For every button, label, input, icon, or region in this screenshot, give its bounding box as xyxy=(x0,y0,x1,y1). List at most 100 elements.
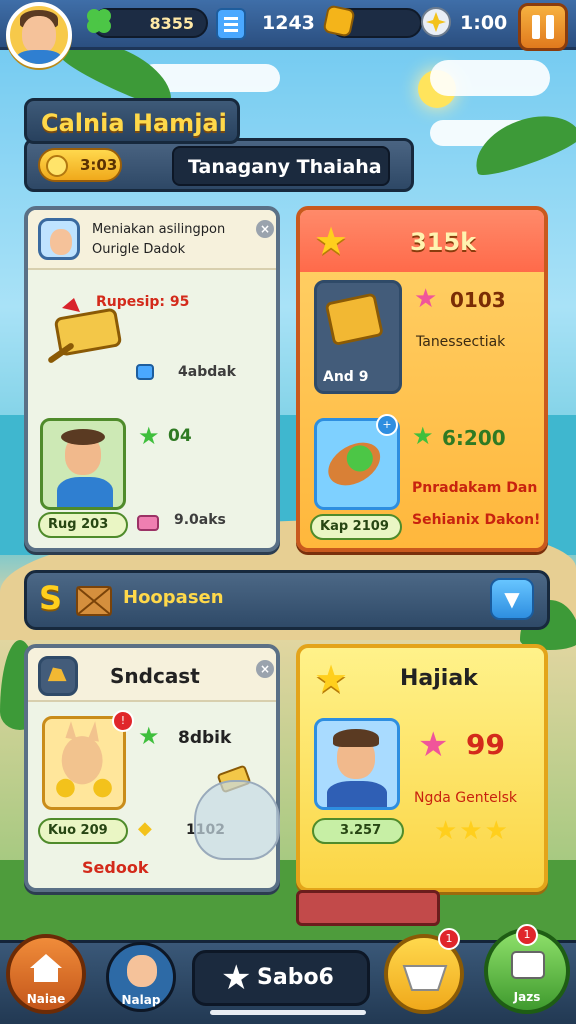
badge-count: 1 xyxy=(523,928,531,941)
notification-badge: 1 xyxy=(438,928,460,950)
star-icon: ★ xyxy=(314,219,349,263)
clover-icon xyxy=(87,9,111,33)
npc-face xyxy=(50,229,72,255)
pause-button[interactable] xyxy=(518,3,568,51)
level-tag: Rug 203 xyxy=(38,512,128,538)
envelope-icon xyxy=(76,586,112,616)
player-score-label: Ngda Gentelsk xyxy=(414,790,518,806)
kangaroo-icon xyxy=(56,721,112,798)
card-icon xyxy=(511,951,545,979)
bowl-icon xyxy=(402,965,448,991)
timer-value: 1:00 xyxy=(460,12,508,34)
kangaroo-portrait xyxy=(42,716,126,810)
npc-portrait xyxy=(38,218,80,260)
rating-stars: ★★★ xyxy=(434,816,510,846)
notification-badge: ! xyxy=(112,710,134,732)
search-text: Tanagany Thaiaha xyxy=(188,156,382,178)
player-score: 99 xyxy=(466,728,505,761)
green-star-icon: ★ xyxy=(138,422,160,450)
farmer-hair xyxy=(61,429,105,445)
title-plate: Calnia Hamjai xyxy=(24,98,240,144)
farm-stat1: 8dbik xyxy=(178,728,232,748)
list-icon[interactable] xyxy=(216,8,246,40)
green-star-icon: ★ xyxy=(412,422,434,450)
shop-label: Jazs xyxy=(513,990,541,1004)
home-button[interactable]: Naiae xyxy=(6,934,86,1014)
level-tag: Kuo 209 xyxy=(38,818,128,844)
farm-title: Sndcast xyxy=(110,664,200,688)
gift-value: 9.0aks xyxy=(174,512,226,528)
player-card[interactable]: ★ Hajiak ★ 99 Ngda Gentelsk 3.257 ★★★ xyxy=(296,644,548,892)
section-bar[interactable]: S Hoopasen xyxy=(24,570,550,630)
home-indicator xyxy=(210,1010,366,1015)
close-icon[interactable]: × xyxy=(256,660,274,678)
rating-tag: 3.257 xyxy=(312,818,404,844)
crate-tag: And 9 xyxy=(323,369,369,385)
section-label: Hoopasen xyxy=(123,587,224,608)
pink-star-icon: ★ xyxy=(418,725,449,765)
green-star-icon: ★ xyxy=(221,958,252,998)
notification-badge: 1 xyxy=(516,924,538,946)
level-tag-label: Rug 203 xyxy=(48,517,109,532)
boy-portrait xyxy=(314,718,400,810)
clock-icon xyxy=(421,7,451,37)
stat1-label: Tanessectiak xyxy=(416,334,506,350)
home-label: Naiae xyxy=(26,992,66,1006)
home-icon xyxy=(30,954,62,982)
chevron-down-icon[interactable]: ▼ xyxy=(490,578,534,620)
gift-icon xyxy=(137,515,159,531)
farmer-portrait xyxy=(40,418,126,510)
middle-counter-value: 1243 xyxy=(262,12,315,34)
bonus-card[interactable]: ★ 315k And 9 ★ 0103 Tanessectiak + ★ 6:2… xyxy=(296,206,548,552)
page-title: Calnia Hamjai xyxy=(41,109,227,137)
search-field[interactable]: Tanagany Thaiaha xyxy=(172,146,390,186)
gems-value: 8355 xyxy=(149,14,194,33)
rating-tag-label: 3.257 xyxy=(340,823,382,838)
coin-icon xyxy=(46,155,68,177)
farm-footer-label: Sedook xyxy=(82,858,149,877)
green-star-icon: ★ xyxy=(138,722,160,750)
stat2-label-line1: Pnradakam Dan xyxy=(412,480,538,496)
quest-card[interactable]: Meniakan asilingpon Ourigle Dadok × Rupe… xyxy=(24,206,280,552)
crate-portrait: And 9 xyxy=(314,280,402,394)
close-icon[interactable]: × xyxy=(256,220,274,238)
stat2-label-line2: Sehianix Dakon! xyxy=(412,512,541,528)
blue-bottle-icon xyxy=(136,364,154,380)
goat-thumb xyxy=(38,656,78,696)
stat2-value: 6:200 xyxy=(442,426,506,450)
item-value: 4abdak xyxy=(178,364,236,380)
center-action-button[interactable]: ★ Sabo6 xyxy=(192,950,370,1006)
avatar-shirt xyxy=(16,50,62,64)
star-icon: ★ xyxy=(314,657,349,701)
gold-shield-icon xyxy=(323,5,355,37)
stat1-value: 0103 xyxy=(450,288,506,312)
level-tag-label: Kap 2109 xyxy=(320,519,389,534)
coin-cluster-icon: ◆ xyxy=(138,818,152,839)
pause-icon xyxy=(532,15,540,39)
center-label: Sabo6 xyxy=(257,965,334,990)
coin-value: 3:03 xyxy=(80,156,118,174)
profile-button[interactable]: Nalap xyxy=(106,942,176,1012)
bonus-title: 315k xyxy=(410,228,477,256)
boy-hair xyxy=(333,729,379,747)
blue-badge: + xyxy=(376,414,398,436)
player-card-title: Hajiak xyxy=(400,666,478,691)
level-tag: Kap 2109 xyxy=(310,514,402,540)
farm-card[interactable]: Sndcast × ! ★ 8dbik Kuo 209 ◆ 1102 Sedoo… xyxy=(24,644,280,892)
profile-label: Nalap xyxy=(121,993,161,1007)
card-heading-line2: Ourigle Dadok xyxy=(92,242,186,257)
badge-count: 1 xyxy=(445,932,453,945)
player-avatar[interactable] xyxy=(6,2,72,68)
pink-star-icon: ★ xyxy=(414,284,438,314)
farmer-shirt xyxy=(57,477,113,507)
list-icon-glyph xyxy=(224,17,238,32)
coin-counter[interactable]: 3:03 xyxy=(38,148,122,182)
star-value: 04 xyxy=(168,426,192,446)
level-tag-label: Kuo 209 xyxy=(48,823,108,838)
section-s-letter: S xyxy=(39,579,63,617)
reward-label: Rupesip: 95 xyxy=(96,294,190,310)
goat-icon xyxy=(47,667,67,682)
card-heading-line1: Meniakan asilingpon xyxy=(92,222,226,237)
ghost-bubble xyxy=(194,780,280,860)
profile-face xyxy=(127,955,157,987)
